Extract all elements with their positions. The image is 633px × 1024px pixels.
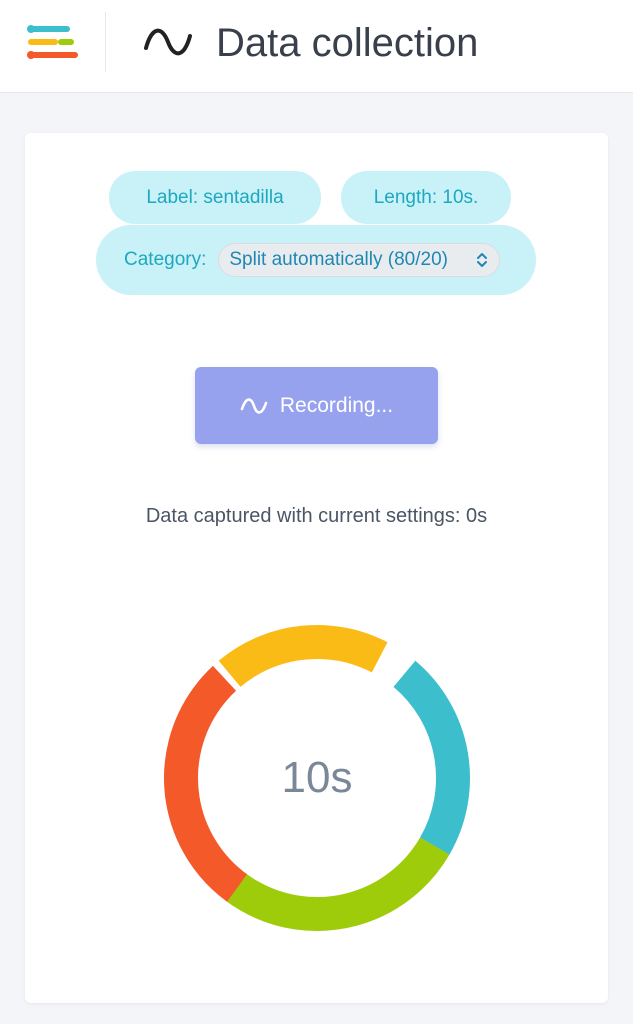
category-select-value: Split automatically (80/20) (229, 249, 448, 270)
captured-status: Data captured with current settings: 0s (145, 505, 488, 527)
data-collection-card: Label: sentadilla Length: 10s. Category:… (25, 133, 608, 1003)
timer-value: 10s (281, 753, 353, 802)
length-pill[interactable]: Length: 10s. (341, 171, 511, 224)
category-label: Category: (124, 249, 207, 270)
label-text: Label: sentadilla (146, 186, 284, 208)
up-down-chevron-icon (477, 253, 488, 267)
sine-wave-icon (240, 397, 268, 414)
category-select[interactable]: Split automatically (80/20) (218, 243, 501, 277)
recording-button[interactable]: Recording... (195, 367, 438, 444)
menu-bars-icon[interactable] (27, 24, 79, 62)
header-divider (105, 12, 106, 72)
countdown-timer: 10s (163, 624, 471, 932)
label-pill[interactable]: Label: sentadilla (109, 171, 321, 224)
top-bar: Data collection (0, 0, 633, 93)
length-text: Length: 10s. (373, 186, 479, 208)
page-title: Data collection (216, 21, 479, 65)
recording-button-label: Recording... (279, 393, 394, 417)
category-pill: Category: Split automatically (80/20) (96, 225, 536, 295)
sine-wave-icon (144, 28, 192, 56)
